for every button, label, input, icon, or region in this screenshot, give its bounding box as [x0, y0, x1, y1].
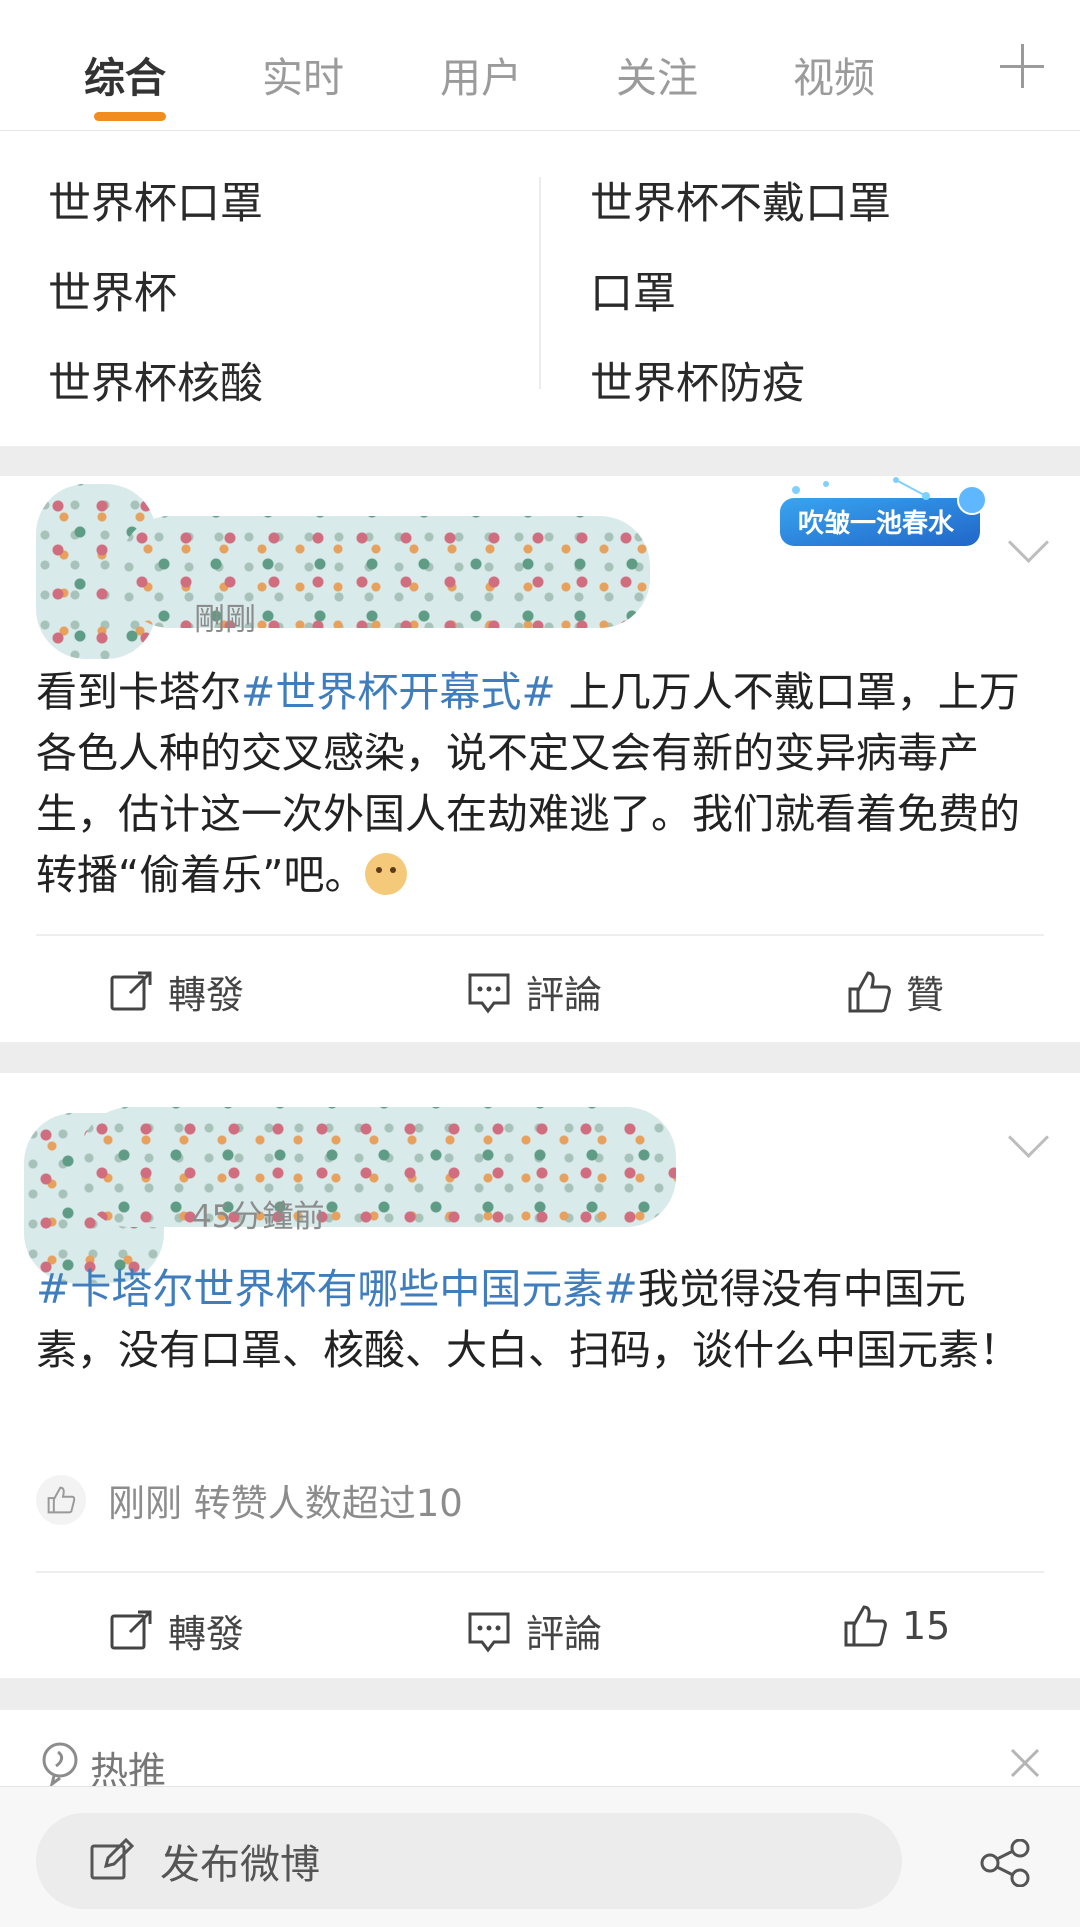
add-tab-icon[interactable] [1000, 44, 1044, 88]
thumbs-up-icon [844, 1605, 887, 1647]
hashtag-link[interactable]: #世界杯开幕式# [241, 668, 556, 716]
tab-realtime[interactable]: 实时 [262, 44, 344, 104]
hot-recommend-header: 热推 [0, 1710, 1080, 1793]
post-content: #卡塔尔世界杯有哪些中国元素#我觉得没有中国元素，没有口罩、核酸、大白、扫码，谈… [36, 1265, 1020, 1374]
post-content: 看到卡塔尔#世界杯开幕式# 上几万人不戴口罩，上万各色人种的交叉感染，说不定又会… [36, 668, 1020, 899]
suggestion-item[interactable]: 世界杯 [48, 259, 177, 321]
divider [36, 1571, 1044, 1573]
sagittarius-badge-icon: 吹皱一池春水 [780, 477, 987, 546]
comment-icon [468, 1612, 510, 1652]
top-tab-bar: 综合 实时 用户 关注 视频 [0, 0, 1080, 131]
like-button[interactable]: 15 [842, 1603, 950, 1649]
suggestion-item[interactable]: 世界杯防疫 [590, 349, 805, 411]
post-time: 45分鐘前 [192, 1199, 325, 1235]
repost-button[interactable]: 轉發 [108, 964, 244, 1019]
post-card: 45分鐘前 #卡塔尔世界杯有哪些中国元素#我觉得没有中国元素，没有口罩、核酸、大… [0, 1073, 1080, 1678]
hot-icon [42, 1742, 78, 1786]
username[interactable] [80, 1107, 676, 1227]
chevron-down-icon[interactable] [1007, 521, 1050, 564]
bottom-bar: 发布微博 [0, 1786, 1080, 1927]
edit-icon [90, 1838, 134, 1880]
liked-info: 刚刚 转赞人数超过10 [36, 1473, 463, 1527]
repost-button[interactable]: 轉發 [108, 1603, 244, 1658]
repost-icon [110, 1610, 152, 1649]
active-tab-indicator [94, 112, 166, 121]
suggestion-item[interactable]: 世界杯口罩 [48, 169, 263, 231]
column-divider [539, 177, 541, 389]
compose-button[interactable]: 发布微博 [36, 1813, 902, 1909]
close-icon[interactable] [1010, 1748, 1040, 1778]
doge-emoji-icon [365, 853, 408, 895]
tab-video[interactable]: 视频 [793, 44, 875, 104]
tab-users[interactable]: 用户 [440, 44, 522, 104]
badge-text: 吹皱一池春水 [798, 509, 955, 539]
comment-button[interactable]: 評論 [466, 1603, 602, 1658]
thumbs-up-icon [36, 1475, 86, 1525]
thumbs-up-icon [848, 970, 891, 1012]
repost-icon [110, 971, 152, 1010]
suggestion-item[interactable]: 口罩 [590, 259, 676, 321]
suggestion-item[interactable]: 世界杯核酸 [48, 349, 263, 411]
comment-button[interactable]: 評論 [466, 964, 602, 1019]
tab-general[interactable]: 综合 [84, 44, 166, 104]
post-card: 剛剛 吹皱一池春水 看到卡塔尔#世界杯开幕式# 上几万人不戴口罩，上万各色人种的… [0, 476, 1080, 1042]
comment-icon [468, 973, 510, 1013]
divider [36, 934, 1044, 936]
share-icon[interactable] [978, 1839, 1032, 1887]
post-time: 剛剛 [194, 602, 256, 638]
related-searches: 世界杯口罩 世界杯 世界杯核酸 世界杯不戴口罩 口罩 世界杯防疫 [0, 131, 1080, 446]
chevron-down-icon[interactable] [1007, 1116, 1050, 1159]
tab-following[interactable]: 关注 [616, 44, 698, 104]
suggestion-item[interactable]: 世界杯不戴口罩 [590, 169, 891, 231]
hashtag-link[interactable]: #卡塔尔世界杯有哪些中国元素# [36, 1265, 638, 1313]
like-button[interactable]: 贊 [846, 964, 944, 1019]
